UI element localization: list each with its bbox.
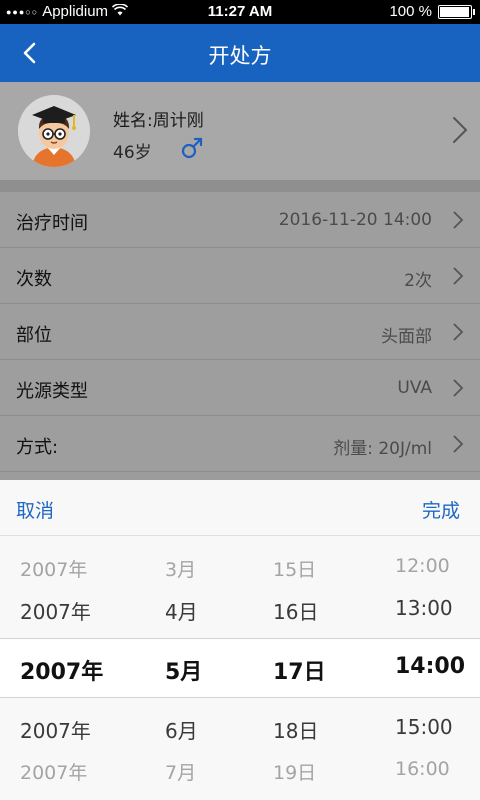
- picker-day[interactable]: 17日: [273, 654, 326, 686]
- picker-time[interactable]: 15:00: [395, 715, 453, 739]
- row-value: UVA: [397, 378, 432, 398]
- male-icon: [180, 136, 204, 164]
- graduate-avatar-icon: [18, 95, 90, 167]
- row-label: 方式:: [16, 437, 59, 458]
- picker-day[interactable]: 18日: [273, 715, 318, 744]
- picker-month[interactable]: 3月: [165, 555, 196, 582]
- picker-day[interactable]: 19日: [273, 758, 316, 785]
- picker-year[interactable]: 2007年: [20, 596, 91, 625]
- date-time-picker[interactable]: 2007年 3月 15日 12:00 2007年 4月 16日 13:00 20…: [0, 537, 480, 800]
- picker-year[interactable]: 2007年: [20, 715, 91, 744]
- page-title: 开处方: [208, 44, 272, 68]
- done-button[interactable]: 完成: [422, 496, 460, 523]
- picker-year[interactable]: 2007年: [20, 758, 87, 785]
- picker-year[interactable]: 2007年: [20, 555, 87, 582]
- picker-month[interactable]: 7月: [165, 758, 196, 785]
- row-value: 2016-11-20 14:00: [278, 210, 432, 230]
- chevron-right-icon: [452, 378, 464, 398]
- picker-month[interactable]: 4月: [165, 596, 198, 625]
- picker-month[interactable]: 5月: [165, 654, 202, 686]
- row-label: 治疗时间: [16, 213, 88, 234]
- row-light-source[interactable]: 光源类型 UVA: [0, 360, 480, 416]
- avatar: [18, 95, 90, 167]
- section-divider: [0, 180, 480, 192]
- battery-fill: [440, 6, 469, 17]
- date-picker-sheet: 取消 完成 2007年 3月 15日 12:00 2007年 4月 16日 13…: [0, 480, 480, 800]
- picker-time[interactable]: 13:00: [395, 596, 453, 620]
- patient-name: 姓名:周计刚: [113, 111, 204, 131]
- row-body-part[interactable]: 部位 头面部: [0, 304, 480, 360]
- battery-label: 100 %: [389, 3, 432, 20]
- picker-time[interactable]: 14:00: [395, 654, 465, 679]
- status-right: 100 %: [389, 3, 475, 20]
- row-label: 次数: [16, 269, 52, 290]
- picker-year[interactable]: 2007年: [20, 654, 103, 686]
- prescription-form: 治疗时间 2016-11-20 14:00 次数 2次 部位 头面部 光源类型 …: [0, 192, 480, 472]
- chevron-right-icon: [452, 266, 464, 286]
- row-count[interactable]: 次数 2次: [0, 248, 480, 304]
- picker-day[interactable]: 16日: [273, 596, 318, 625]
- picker-month[interactable]: 6月: [165, 715, 198, 744]
- nav-bar: 开处方: [0, 24, 480, 82]
- cancel-button[interactable]: 取消: [16, 496, 54, 523]
- chevron-right-icon: [452, 434, 464, 454]
- row-value: 剂量: 20J/ml: [333, 439, 432, 459]
- picker-day[interactable]: 15日: [273, 555, 316, 582]
- picker-time[interactable]: 12:00: [395, 555, 450, 577]
- picker-toolbar: 取消 完成: [0, 480, 480, 536]
- status-bar: ●●●○○ Applidium 11:27 AM 100 %: [0, 0, 480, 24]
- chevron-right-icon: [452, 210, 464, 230]
- row-treatment-time[interactable]: 治疗时间 2016-11-20 14:00: [0, 192, 480, 248]
- picker-time[interactable]: 16:00: [395, 758, 450, 780]
- patient-age: 46岁: [113, 143, 152, 163]
- row-label: 部位: [16, 325, 52, 346]
- battery-icon: [438, 4, 475, 19]
- chevron-right-icon: [452, 322, 464, 342]
- row-value: 2次: [404, 271, 432, 291]
- row-method[interactable]: 方式: 剂量: 20J/ml: [0, 416, 480, 472]
- row-label: 光源类型: [16, 381, 88, 402]
- patient-card[interactable]: 姓名:周计刚 46岁: [0, 82, 480, 180]
- row-value: 头面部: [381, 327, 432, 347]
- chevron-right-icon: [452, 116, 468, 144]
